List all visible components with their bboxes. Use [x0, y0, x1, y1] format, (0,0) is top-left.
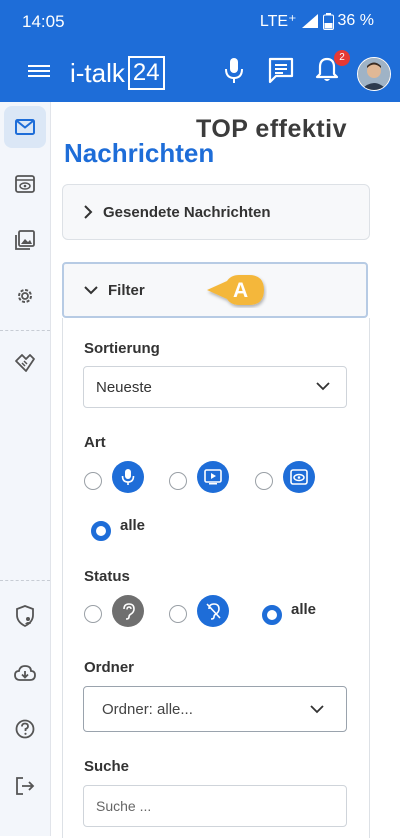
signal-icon	[301, 14, 318, 28]
folder-select[interactable]: Ordner: alle...	[83, 686, 347, 732]
handshake-icon	[15, 354, 35, 372]
page-title: Nachrichten	[64, 138, 215, 168]
status-indicators: LTE⁺ 36 %	[260, 11, 374, 31]
sidebar-item-messages[interactable]	[4, 106, 46, 148]
status-all-label: alle	[291, 601, 317, 618]
art-label: Art	[84, 434, 106, 451]
sort-select-value: Neueste	[96, 378, 152, 396]
microphone-icon	[112, 461, 144, 493]
logout-icon	[16, 777, 35, 795]
callout-label: A	[233, 279, 249, 302]
video-play-icon	[197, 461, 229, 493]
avatar[interactable]	[357, 57, 391, 91]
sidebar-item-help[interactable]	[4, 708, 46, 750]
sidebar-item-preview[interactable]	[4, 163, 46, 205]
search-input[interactable]: Suche ...	[83, 785, 347, 827]
status-all-radio[interactable]	[262, 605, 282, 625]
art-video-radio[interactable]	[169, 472, 187, 490]
gear-icon	[18, 289, 32, 303]
cloud-download-icon	[14, 665, 36, 681]
sidebar-divider	[0, 580, 50, 581]
sent-messages-header[interactable]: Gesendete Nachrichten	[63, 185, 369, 239]
art-all-radio[interactable]	[91, 521, 111, 541]
app-logo: i-talk 24	[70, 56, 165, 90]
chevron-down-icon	[316, 382, 330, 391]
suche-label: Suche	[84, 758, 130, 775]
search-placeholder: Suche ...	[96, 798, 152, 814]
folder-select-value: Ordner: alle...	[102, 700, 193, 718]
chat-icon[interactable]	[267, 56, 295, 84]
sidebar	[0, 102, 51, 836]
sidebar-divider	[0, 330, 50, 331]
logo-box: 24	[127, 56, 165, 90]
help-icon	[15, 719, 35, 739]
chevron-down-icon	[310, 705, 324, 714]
chevron-down-icon	[84, 286, 98, 295]
network-label: LTE⁺	[259, 13, 297, 30]
envelope-icon	[15, 119, 35, 135]
sidebar-item-settings[interactable]	[4, 275, 46, 317]
status-bar: 14:05 LTE⁺ 36 %	[0, 0, 400, 44]
battery-icon	[322, 12, 334, 30]
sidebar-item-partnership[interactable]	[4, 342, 46, 384]
battery-level: 36 %	[337, 12, 374, 29]
eye-window-icon	[283, 461, 315, 493]
status-label: Status	[84, 568, 130, 585]
sidebar-item-download[interactable]	[4, 652, 46, 694]
ordner-label: Ordner	[84, 659, 135, 676]
microphone-icon[interactable]	[223, 56, 245, 86]
status-heard-radio[interactable]	[84, 605, 102, 623]
sent-messages-panel[interactable]: Gesendete Nachrichten	[62, 184, 370, 240]
shield-user-icon	[16, 605, 34, 627]
ear-icon	[112, 595, 144, 627]
art-all-label: alle	[120, 517, 146, 534]
art-audio-radio[interactable]	[84, 472, 102, 490]
filter-label: Filter	[108, 281, 145, 299]
sidebar-item-logout[interactable]	[4, 765, 46, 807]
sidebar-item-gallery[interactable]	[4, 219, 46, 261]
notification-badge: 2	[334, 50, 350, 66]
status-unheard-radio[interactable]	[169, 605, 187, 623]
logo-text: i-talk	[70, 57, 125, 88]
art-preview-radio[interactable]	[255, 472, 273, 490]
sort-select[interactable]: Neueste	[83, 366, 347, 408]
status-time: 14:05	[22, 12, 65, 31]
ear-off-icon	[197, 595, 229, 627]
hamburger-menu-icon[interactable]	[28, 62, 50, 80]
sidebar-item-privacy[interactable]	[4, 595, 46, 637]
sortierung-label: Sortierung	[84, 340, 160, 357]
sent-messages-label: Gesendete Nachrichten	[103, 203, 271, 221]
eye-window-icon	[15, 175, 35, 193]
chevron-right-icon	[84, 205, 93, 219]
watermark-text: TOP effektiv	[196, 115, 347, 143]
image-gallery-icon	[15, 230, 35, 250]
